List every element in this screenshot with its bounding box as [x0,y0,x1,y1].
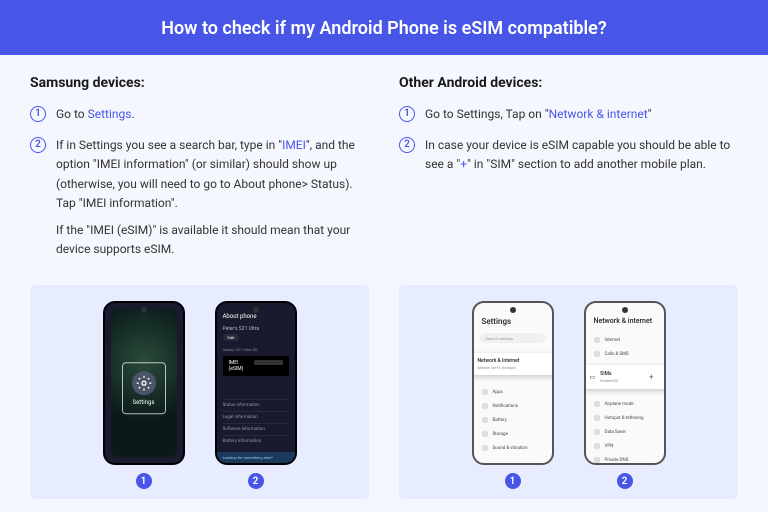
page-header: How to check if my Android Phone is eSIM… [0,0,768,55]
list-item: Battery [480,413,546,427]
caption-badge: 2 [617,473,633,489]
list-item: VPN [592,439,658,453]
caption-badge: 2 [248,473,264,489]
network-link[interactable]: Network & internet [549,107,648,121]
list-item: Storage [480,427,546,441]
instructions-row: Samsung devices: 1 Go to Settings. 2 If … [0,55,768,279]
step-text: If in Settings you see a search bar, typ… [56,136,369,267]
imei-value-redacted [254,360,283,365]
network-title: Network & internet [594,317,653,325]
samsung-heading: Samsung devices: [30,75,369,91]
step-number-badge: 1 [30,106,46,122]
sims-popup: ▭ SIMs Roshtel23 + [584,365,666,389]
other-phone-1: Settings Search settings Network & Inter… [472,301,554,465]
caption-badge: 1 [136,473,152,489]
about-phone-title: About phone [223,313,289,320]
samsung-phone-2-wrap: About phone Peter's S21 Ultra Edit Galax… [215,301,297,489]
samsung-column: Samsung devices: 1 Go to Settings. 2 If … [30,75,369,279]
samsung-phone-2: About phone Peter's S21 Ultra Edit Galax… [215,301,297,465]
edit-pill: Edit [223,334,240,341]
list-item: Software information [223,423,289,435]
other-phone-1-wrap: Settings Search settings Network & Inter… [472,301,554,489]
list-item: Battery information [223,435,289,447]
sim-icon: ▭ [590,374,596,381]
list-item: Apps [480,385,546,399]
plus-icon: + [649,373,654,382]
other-phone-2: Network & internet Internet Calls & SMS … [584,301,666,465]
settings-title: Settings [482,317,512,326]
list-item: Hotspot & tethering [592,411,658,425]
imei-row: IMEI (eSIM) [223,356,289,376]
caption-badge: 1 [505,473,521,489]
search-bar: Search settings [480,333,546,343]
step-number-badge: 1 [399,106,415,122]
list-item: Airplane mode [592,397,658,411]
network-popup: Network & Internet Mobile, Wi-Fi, hotspo… [472,353,554,375]
settings-app-highlight: Settings [122,363,166,415]
page-title: How to check if my Android Phone is eSIM… [161,18,606,39]
other-screenshots: Settings Search settings Network & Inter… [399,285,738,499]
samsung-step-2: 2 If in Settings you see a search bar, t… [30,136,369,267]
popup-subtitle: Mobile, Wi-Fi, hotspot [478,365,548,370]
other-column: Other Android devices: 1 Go to Settings,… [399,75,738,279]
camera-notch [622,307,628,313]
settings-label: Settings [133,399,155,406]
other-step-1: 1 Go to Settings, Tap on "Network & inte… [399,105,738,124]
imei-link[interactable]: IMEI [282,138,306,152]
other-phone-2-wrap: Network & internet Internet Calls & SMS … [584,301,666,489]
step-text: In case your device is eSIM capable you … [425,136,738,174]
samsung-phone-1-wrap: Settings 1 [103,301,185,489]
model-line: Galaxy S21 Ultra 5G [223,347,289,352]
screenshots-row: Settings 1 About phone Peter's S21 Ultra… [0,279,768,499]
other-heading: Other Android devices: [399,75,738,91]
gear-icon [132,371,156,395]
popup-title: Network & Internet [478,358,548,364]
list-item: Notifications [480,399,546,413]
other-step-2: 2 In case your device is eSIM capable yo… [399,136,738,174]
step-text: Go to Settings. [56,105,369,124]
list-item: Calls & SMS [592,347,658,361]
list-item: Private DNS [592,453,658,465]
camera-notch [510,307,516,313]
camera-notch [141,307,147,313]
list-item: Internet [592,333,658,347]
step-text: Go to Settings, Tap on "Network & intern… [425,105,738,124]
about-list: Status information Legal information Sof… [223,399,289,447]
imei-label: IMEI (eSIM) [229,360,254,372]
list-item: Status information [223,399,289,411]
step-number-badge: 2 [399,137,415,153]
about-footer: Looking for something else? [217,452,295,463]
popup-title: SIMs [600,371,618,377]
list-item: Data Saver [592,425,658,439]
step-number-badge: 2 [30,137,46,153]
device-name: Peter's S21 Ultra [223,326,289,332]
list-item: Legal information [223,411,289,423]
list-item: Sound & vibration [480,441,546,455]
samsung-screenshots: Settings 1 About phone Peter's S21 Ultra… [30,285,369,499]
popup-subtitle: Roshtel23 [600,378,618,383]
samsung-phone-1: Settings [103,301,185,465]
samsung-step-1: 1 Go to Settings. [30,105,369,124]
settings-link[interactable]: Settings [88,107,132,121]
